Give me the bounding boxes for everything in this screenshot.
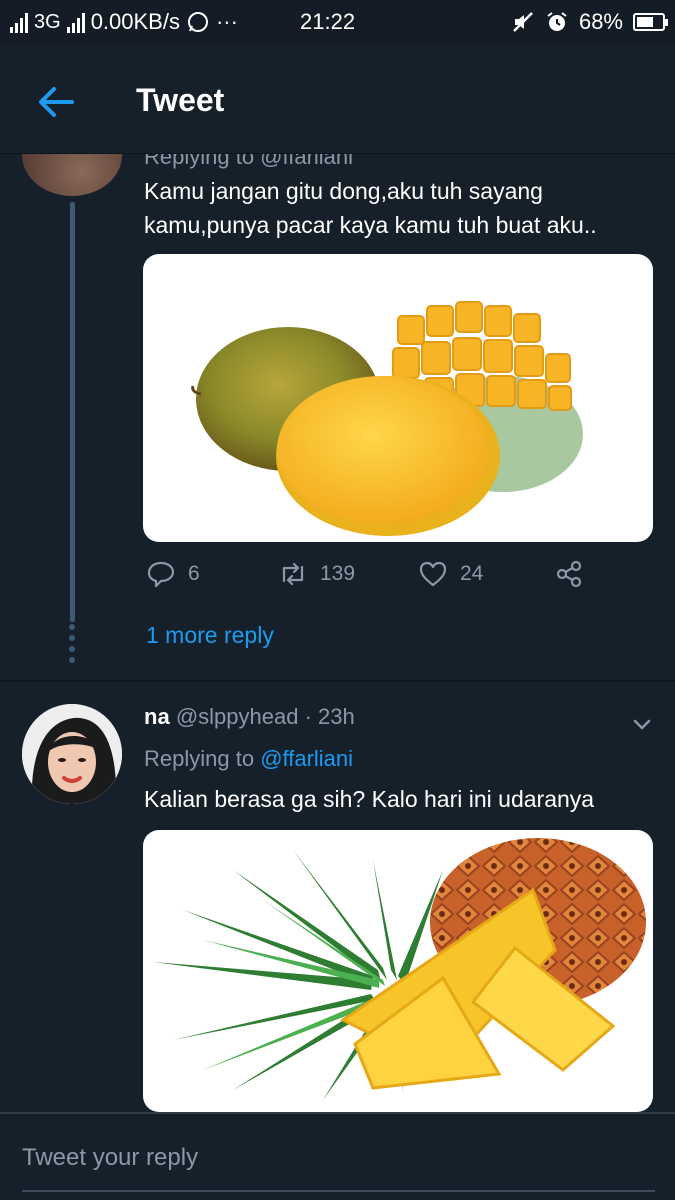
battery-level — [637, 17, 653, 27]
replying-to-label: Replying to @ffarliani — [144, 154, 354, 169]
whatsapp-icon — [187, 12, 208, 32]
input-underline — [22, 1190, 655, 1192]
like-count: 24 — [460, 562, 484, 585]
mute-icon — [513, 12, 533, 32]
tweet-text: Kalian berasa ga sih? Kalo hari ini udar… — [144, 786, 595, 812]
replying-to-line: Replying to @ffarliani — [144, 746, 353, 772]
avatar[interactable] — [22, 154, 122, 196]
heart-icon — [419, 561, 447, 587]
back-button[interactable] — [32, 82, 80, 122]
reply-count: 6 — [188, 562, 200, 585]
signal-icon — [10, 11, 28, 33]
status-bar: 3G 0.00KB/s ··· 21:22 68% — [0, 0, 675, 46]
alarm-icon — [547, 12, 567, 31]
replying-to-label: Replying to — [144, 746, 261, 771]
avatar[interactable] — [22, 704, 122, 804]
more-replies-link[interactable]: 1 more reply — [146, 622, 274, 649]
app-header: Tweet — [0, 46, 675, 154]
thread-dots — [69, 624, 75, 663]
time-separator: · — [298, 704, 319, 729]
retweet-icon — [282, 562, 304, 586]
status-left: 3G 0.00KB/s ··· — [10, 9, 238, 35]
signal-icon-2 — [66, 11, 85, 33]
status-right: 68% — [511, 9, 668, 35]
reply-action[interactable]: 6 — [146, 559, 200, 589]
network-type: 3G — [34, 10, 61, 33]
tweet-text: Kamu jangan gitu dong,aku tuh sayang kam… — [144, 178, 597, 238]
chevron-down-icon — [633, 719, 651, 730]
battery-percent: 68% — [578, 9, 623, 34]
display-name[interactable]: na — [144, 704, 170, 729]
pineapple-image — [153, 838, 646, 1100]
user-avatar-image — [22, 704, 122, 804]
mango-image — [191, 301, 583, 536]
tweet-time: 23h — [318, 704, 355, 729]
user-handle[interactable]: @slppyhead — [176, 704, 299, 729]
clock: 21:22 — [300, 9, 356, 34]
tweet-media-mango[interactable] — [143, 254, 653, 542]
page-title: Tweet — [136, 82, 225, 118]
tweet-media-pineapple[interactable] — [143, 830, 653, 1112]
reply-composer — [0, 1112, 675, 1200]
like-action[interactable]: 24 — [418, 559, 483, 589]
replying-to-handle[interactable]: @ffarliani — [260, 746, 353, 771]
arrow-left-icon — [39, 87, 74, 117]
data-speed: 0.00KB/s — [90, 9, 180, 34]
divider — [0, 680, 675, 682]
tweet-options-button[interactable] — [628, 710, 656, 738]
tweet-thread[interactable]: Replying to @ffarliani Kamu jangan gitu … — [0, 154, 675, 1112]
reply-input[interactable] — [22, 1144, 642, 1172]
retweet-count: 139 — [320, 562, 356, 585]
tweet-header: na @slppyhead · 23h — [144, 704, 355, 730]
retweet-action[interactable]: 139 — [278, 559, 355, 589]
share-icon — [556, 560, 582, 588]
battery-icon — [633, 13, 668, 31]
thread-connector — [70, 202, 75, 622]
share-action[interactable] — [554, 559, 584, 589]
more-notifications: ··· — [215, 9, 238, 34]
tweet-actions: 6 139 24 — [146, 559, 586, 599]
reply-icon — [147, 561, 175, 588]
